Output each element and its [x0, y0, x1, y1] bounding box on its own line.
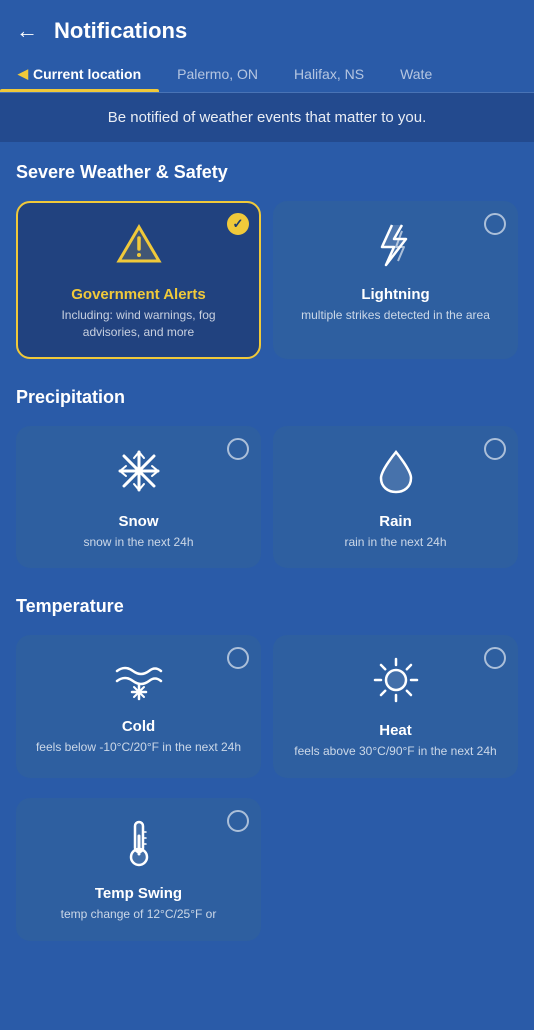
severe-weather-section: Severe Weather & Safety — [0, 142, 534, 201]
tab-current-label: Current location — [33, 66, 141, 82]
temperature-section: Temperature — [0, 576, 534, 635]
tab-current-location[interactable]: ◀ Current location — [0, 56, 159, 92]
page-title: Notifications — [54, 18, 187, 44]
lightning-icon — [372, 221, 420, 278]
govt-alerts-radio[interactable] — [227, 213, 249, 235]
snow-card[interactable]: Snow snow in the next 24h — [16, 426, 261, 569]
heat-desc: feels above 30°C/90°F in the next 24h — [294, 743, 496, 760]
temperature-title: Temperature — [16, 596, 518, 617]
snow-desc: snow in the next 24h — [83, 534, 193, 551]
severe-weather-title: Severe Weather & Safety — [16, 162, 518, 183]
tab-water[interactable]: Wate — [382, 56, 450, 92]
lightning-label: Lightning — [361, 286, 429, 303]
back-button[interactable]: ← — [16, 20, 38, 42]
tab-water-label: Wate — [400, 66, 432, 82]
lightning-card[interactable]: Lightning multiple strikes detected in t… — [273, 201, 518, 359]
cold-radio[interactable] — [227, 647, 249, 669]
banner-text: Be notified of weather events that matte… — [108, 109, 427, 126]
heat-radio[interactable] — [484, 647, 506, 669]
empty-card-placeholder — [273, 798, 518, 941]
heat-icon — [371, 655, 421, 714]
cold-label: Cold — [122, 718, 155, 735]
rain-icon — [371, 446, 421, 505]
temp-swing-label: Temp Swing — [95, 885, 182, 902]
govt-alerts-card[interactable]: Government Alerts Including: wind warnin… — [16, 201, 261, 359]
tab-halifax[interactable]: Halifax, NS — [276, 56, 382, 92]
temp-swing-desc: temp change of 12°C/25°F or — [61, 906, 217, 923]
temperature-cards: Cold feels below -10°C/20°F in the next … — [0, 635, 534, 786]
rain-radio[interactable] — [484, 438, 506, 460]
precipitation-cards: Snow snow in the next 24h Rain rain in t… — [0, 426, 534, 577]
cold-card[interactable]: Cold feels below -10°C/20°F in the next … — [16, 635, 261, 778]
govt-alerts-label: Government Alerts — [71, 286, 205, 303]
tab-bar: ◀ Current location Palermo, ON Halifax, … — [0, 56, 534, 93]
tab-halifax-label: Halifax, NS — [294, 66, 364, 82]
snow-label: Snow — [119, 513, 159, 530]
tab-palermo[interactable]: Palermo, ON — [159, 56, 276, 92]
notification-banner: Be notified of weather events that matte… — [0, 93, 534, 142]
temp-swing-radio[interactable] — [227, 810, 249, 832]
cold-desc: feels below -10°C/20°F in the next 24h — [36, 739, 241, 756]
rain-label: Rain — [379, 513, 412, 530]
snow-radio[interactable] — [227, 438, 249, 460]
precipitation-section: Precipitation — [0, 367, 534, 426]
header: ← Notifications — [0, 0, 534, 56]
thermometer-icon — [116, 818, 162, 877]
temp-swing-card[interactable]: Temp Swing temp change of 12°C/25°F or — [16, 798, 261, 941]
severe-weather-cards: Government Alerts Including: wind warnin… — [0, 201, 534, 367]
location-icon: ◀ — [18, 66, 28, 82]
snow-icon — [114, 446, 164, 505]
rain-card[interactable]: Rain rain in the next 24h — [273, 426, 518, 569]
alert-icon — [115, 221, 163, 278]
heat-card[interactable]: Heat feels above 30°C/90°F in the next 2… — [273, 635, 518, 778]
rain-desc: rain in the next 24h — [344, 534, 446, 551]
tab-palermo-label: Palermo, ON — [177, 66, 258, 82]
heat-label: Heat — [379, 722, 412, 739]
cold-icon — [113, 655, 165, 710]
lightning-radio[interactable] — [484, 213, 506, 235]
govt-alerts-desc: Including: wind warnings, fog advisories… — [32, 307, 245, 341]
lightning-desc: multiple strikes detected in the area — [301, 307, 490, 324]
temp-swing-cards: Temp Swing temp change of 12°C/25°F or — [0, 798, 534, 949]
precipitation-title: Precipitation — [16, 387, 518, 408]
